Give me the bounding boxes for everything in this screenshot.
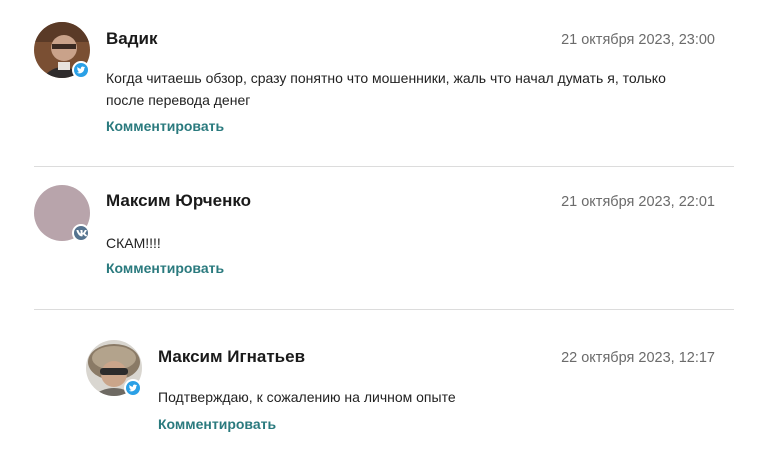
comment-author: Максим Юрченко [106, 191, 252, 210]
comment-author: Максим Игнатьев [158, 347, 306, 366]
comment-author: Вадик [106, 29, 158, 48]
comment-text: Когда читаешь обзор, сразу понятно что м… [106, 70, 666, 108]
comment-text: Подтверждаю, к сожалению на личном опыте [158, 389, 456, 405]
comment-reply-button[interactable]: Комментировать [158, 416, 276, 432]
comment-reply-button[interactable]: Комментировать [106, 118, 224, 134]
comment-item-reply: Максим Игнатьев 22 октября 2023, 12:17 П… [0, 310, 768, 459]
comment-text: СКАМ!!!! [106, 235, 161, 251]
comment-item: Вадик 21 октября 2023, 23:00 Когда читае… [0, 0, 768, 166]
comment-date: 21 октября 2023, 22:01 [561, 194, 715, 210]
vk-icon [72, 224, 90, 242]
comment-item: Максим Юрченко 21 октября 2023, 22:01 СК… [0, 167, 768, 309]
comment-date: 22 октября 2023, 12:17 [561, 350, 715, 366]
comment-reply-button[interactable]: Комментировать [106, 260, 224, 276]
twitter-icon [72, 61, 90, 79]
twitter-icon [124, 379, 142, 397]
comment-date: 21 октября 2023, 23:00 [561, 32, 715, 48]
